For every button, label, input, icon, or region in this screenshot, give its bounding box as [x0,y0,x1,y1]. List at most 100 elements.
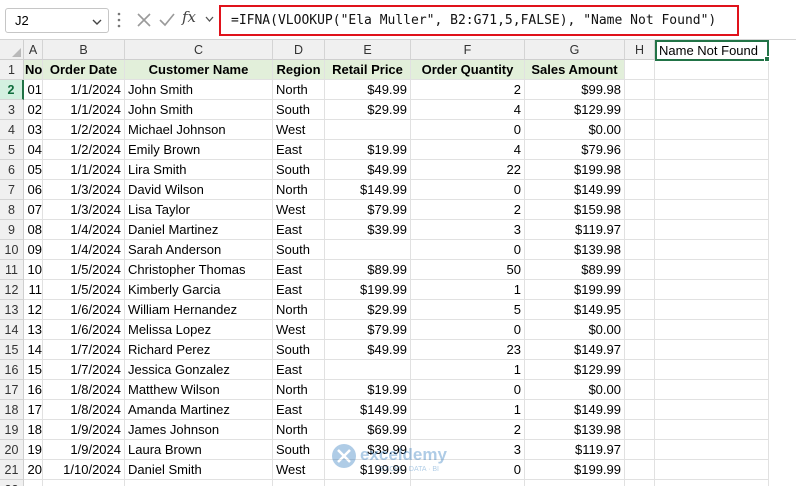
cell-qty[interactable]: 1 [411,360,525,380]
cell-qty[interactable]: 0 [411,180,525,200]
cell-sales[interactable]: $199.99 [525,280,625,300]
name-box[interactable]: J2 [5,8,109,33]
cell[interactable] [655,320,769,340]
cell-date[interactable]: 1/6/2024 [43,300,125,320]
row-header-2[interactable]: 2 [0,80,24,100]
cell-qty[interactable]: 3 [411,220,525,240]
cell[interactable] [625,180,655,200]
cell-price[interactable] [325,120,411,140]
cell-date[interactable]: 1/4/2024 [43,240,125,260]
check-icon[interactable] [157,10,177,30]
chevron-down-icon[interactable] [205,16,214,22]
cell-qty[interactable]: 50 [411,260,525,280]
row-header-12[interactable]: 12 [0,280,24,300]
cell-qty[interactable] [411,480,525,486]
cell-sales[interactable]: $149.99 [525,180,625,200]
cell-name[interactable]: James Johnson [125,420,273,440]
row-header-14[interactable]: 14 [0,320,24,340]
cell-no[interactable]: 20 [24,460,43,480]
cell-region[interactable]: West [273,120,325,140]
cell[interactable] [625,440,655,460]
cell-sales[interactable]: $89.99 [525,260,625,280]
row-header-3[interactable]: 3 [0,100,24,120]
cell-sales[interactable]: $0.00 [525,120,625,140]
cell-date[interactable]: 1/3/2024 [43,180,125,200]
cell-no[interactable]: 01 [24,80,43,100]
cell-date[interactable]: 1/5/2024 [43,280,125,300]
cell-qty[interactable]: 0 [411,240,525,260]
header-cell-region[interactable]: Region [273,60,325,80]
cell-price[interactable]: $49.99 [325,80,411,100]
cell-no[interactable]: 10 [24,260,43,280]
cell-name[interactable]: Christopher Thomas [125,260,273,280]
cell-date[interactable]: 1/10/2024 [43,460,125,480]
row-header-21[interactable]: 21 [0,460,24,480]
cell-no[interactable]: 15 [24,360,43,380]
cell-name[interactable] [125,480,273,486]
cell-no[interactable]: 06 [24,180,43,200]
cell-price[interactable]: $89.99 [325,260,411,280]
cell-sales[interactable]: $139.98 [525,240,625,260]
row-header-22[interactable]: 22 [0,480,24,486]
cell-qty[interactable]: 5 [411,300,525,320]
cell-region[interactable]: North [273,300,325,320]
cell[interactable] [625,220,655,240]
cell-sales[interactable]: $199.99 [525,460,625,480]
cell-date[interactable]: 1/6/2024 [43,320,125,340]
cell-date[interactable]: 1/9/2024 [43,420,125,440]
cell-name[interactable]: Daniel Smith [125,460,273,480]
cell-date[interactable]: 1/8/2024 [43,400,125,420]
cell-name[interactable]: Lisa Taylor [125,200,273,220]
column-header-e[interactable]: E [325,40,411,60]
cell[interactable] [625,120,655,140]
cell-date[interactable]: 1/1/2024 [43,100,125,120]
cell-date[interactable]: 1/7/2024 [43,360,125,380]
row-header-19[interactable]: 19 [0,420,24,440]
cell-region[interactable]: East [273,220,325,240]
column-header-h[interactable]: H [625,40,655,60]
cell-sales[interactable]: $149.97 [525,340,625,360]
fill-handle[interactable] [764,56,770,62]
cell-qty[interactable]: 2 [411,420,525,440]
column-header-f[interactable]: F [411,40,525,60]
cell-sales[interactable]: $149.95 [525,300,625,320]
cell-sales[interactable]: $0.00 [525,380,625,400]
cell[interactable] [655,360,769,380]
cell-qty[interactable]: 0 [411,380,525,400]
insert-function-icon[interactable]: fx [182,8,196,26]
chevron-down-icon[interactable] [92,18,102,26]
cell-date[interactable]: 1/5/2024 [43,260,125,280]
cell[interactable] [655,140,769,160]
cell-price[interactable]: $69.99 [325,420,411,440]
cell-no[interactable]: 19 [24,440,43,460]
header-cell-price[interactable]: Retail Price [325,60,411,80]
cell-name[interactable]: David Wilson [125,180,273,200]
header-cell-qty[interactable]: Order Quantity [411,60,525,80]
cell[interactable] [655,340,769,360]
cell[interactable] [625,200,655,220]
cell-region[interactable]: North [273,80,325,100]
cell-date[interactable] [43,480,125,486]
cell-qty[interactable]: 0 [411,120,525,140]
cell-no[interactable]: 02 [24,100,43,120]
cell-no[interactable]: 12 [24,300,43,320]
header-cell-no[interactable]: No [24,60,43,80]
cell-name[interactable]: Melissa Lopez [125,320,273,340]
row-header-4[interactable]: 4 [0,120,24,140]
cell-region[interactable]: North [273,180,325,200]
column-header-g[interactable]: G [525,40,625,60]
cell-name[interactable]: John Smith [125,80,273,100]
cell-price[interactable]: $79.99 [325,200,411,220]
cell[interactable] [625,140,655,160]
cell-name[interactable]: Richard Perez [125,340,273,360]
cell-no[interactable]: 18 [24,420,43,440]
cell-name[interactable]: Jessica Gonzalez [125,360,273,380]
worksheet-grid[interactable]: ABCDEFGHJ 1NoOrder DateCustomer NameRegi… [0,40,796,486]
cell-name[interactable]: Laura Brown [125,440,273,460]
cell-price[interactable]: $19.99 [325,380,411,400]
cell-sales[interactable]: $149.99 [525,400,625,420]
cell-region[interactable]: South [273,160,325,180]
cell[interactable] [625,340,655,360]
cell-price[interactable]: $49.99 [325,340,411,360]
cell[interactable] [655,120,769,140]
